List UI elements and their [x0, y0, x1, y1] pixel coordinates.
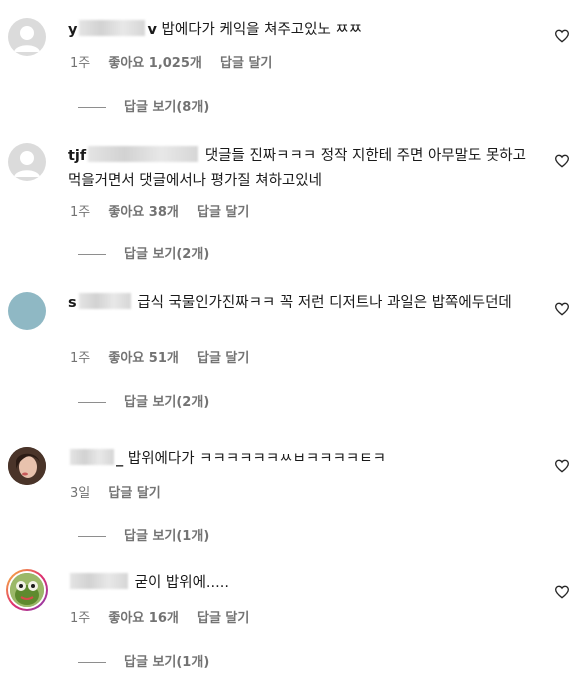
comment-likes[interactable]: 좋아요 1,025개 — [108, 56, 202, 71]
view-replies-button[interactable]: 답글 보기(2개) — [78, 243, 209, 262]
avatar-inner — [8, 571, 46, 609]
comment-meta: 1주 좋아요 1,025개 답글 달기 — [70, 52, 286, 71]
divider-line — [78, 402, 106, 403]
comment-time: 3일 — [70, 486, 91, 501]
comment-body: 굳이 밥위에..... — [68, 571, 530, 596]
comment-text: 급식 국물인가진짜ㅋㅋ 꼭 저런 디저트나 과일은 밥쪽에두던데 — [137, 295, 512, 311]
reply-button[interactable]: 답글 달기 — [220, 56, 272, 71]
comment-meta: 1주 좋아요 38개 답글 달기 — [70, 201, 263, 220]
view-replies-button[interactable]: 답글 보기(1개) — [78, 525, 209, 544]
avatar[interactable] — [8, 447, 46, 485]
comment-username[interactable]: tjf — [68, 146, 200, 164]
reply-button[interactable]: 답글 달기 — [108, 486, 160, 501]
heart-outline-icon[interactable] — [554, 301, 570, 317]
view-replies-label: 답글 보기(2개) — [124, 247, 210, 262]
comment-username[interactable]: _ — [68, 449, 123, 467]
comment-text: 밥위에다가 ㅋㅋㅋㅋㅋㅋㅆㅂㅋㅋㅋㅋㅌㅋ — [127, 451, 386, 467]
divider-line — [78, 254, 106, 255]
comment-likes[interactable]: 좋아요 38개 — [108, 205, 178, 220]
comment-body: _ 밥위에다가 ㅋㅋㅋㅋㅋㅋㅆㅂㅋㅋㅋㅋㅌㅋ — [68, 447, 530, 472]
divider-line — [78, 662, 106, 663]
heart-outline-icon[interactable] — [554, 28, 570, 44]
comment-body: yv 밥에다가 케익을 쳐주고있노 ㅉㅉ — [68, 18, 530, 43]
view-replies-label: 답글 보기(1개) — [124, 529, 210, 544]
reply-button[interactable]: 답글 달기 — [197, 205, 249, 220]
reply-button[interactable]: 답글 달기 — [197, 611, 249, 626]
divider-line — [78, 536, 106, 537]
comment-time: 1주 — [70, 205, 91, 220]
heart-outline-icon[interactable] — [554, 153, 570, 169]
view-replies-label: 답글 보기(2개) — [124, 395, 210, 410]
reply-button[interactable]: 답글 달기 — [197, 351, 249, 366]
view-replies-button[interactable]: 답글 보기(1개) — [78, 651, 209, 670]
view-replies-label: 답글 보기(1개) — [124, 655, 210, 670]
comment-meta: 1주 좋아요 16개 답글 달기 — [70, 607, 263, 626]
comment-time: 1주 — [70, 611, 91, 626]
default-avatar-icon[interactable] — [8, 18, 46, 56]
heart-outline-icon[interactable] — [554, 458, 570, 474]
view-replies-button[interactable]: 답글 보기(2개) — [78, 391, 209, 410]
comment-username[interactable]: s — [68, 293, 133, 311]
comment-text: 밥에다가 케익을 쳐주고있노 ㅉㅉ — [161, 22, 363, 38]
avatar-image — [10, 573, 44, 607]
comment-time: 1주 — [70, 351, 91, 366]
comment-meta: 3일 답글 달기 — [70, 482, 175, 501]
comment-username[interactable]: yv — [68, 20, 157, 38]
view-replies-label: 답글 보기(8개) — [124, 100, 210, 115]
comment-likes[interactable]: 좋아요 16개 — [108, 611, 178, 626]
comment-username[interactable] — [68, 573, 130, 591]
comment-time: 1주 — [70, 56, 91, 71]
heart-outline-icon[interactable] — [554, 584, 570, 600]
comment-meta: 1주 좋아요 51개 답글 달기 — [70, 347, 263, 366]
view-replies-button[interactable]: 답글 보기(8개) — [78, 96, 209, 115]
comment-body: s 급식 국물인가진짜ㅋㅋ 꼭 저런 디저트나 과일은 밥쪽에두던데 — [68, 291, 530, 316]
comment-body: tjf 댓글들 진짜ㅋㅋㅋ 정작 지한테 주면 아무말도 못하고 먹을거면서 댓… — [68, 144, 530, 194]
comment-text: 굳이 밥위에..... — [134, 575, 229, 591]
default-avatar-icon[interactable] — [8, 143, 46, 181]
avatar[interactable] — [6, 569, 48, 611]
divider-line — [78, 107, 106, 108]
comment-likes[interactable]: 좋아요 51개 — [108, 351, 178, 366]
avatar[interactable] — [8, 292, 46, 330]
